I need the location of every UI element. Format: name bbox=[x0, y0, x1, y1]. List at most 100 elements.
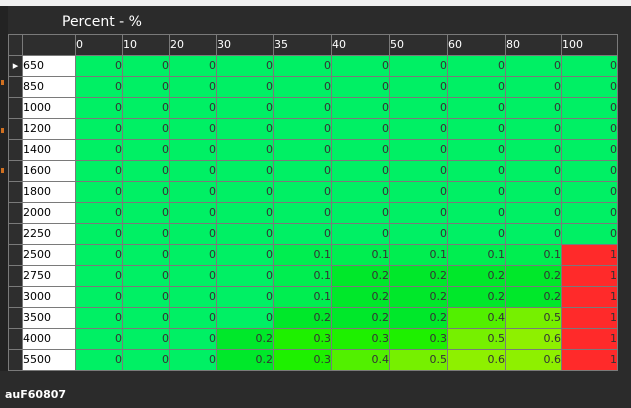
table-cell[interactable]: 0 bbox=[122, 223, 170, 245]
table-cell[interactable]: 0 bbox=[169, 244, 217, 266]
table-cell[interactable]: 0 bbox=[331, 223, 390, 245]
row-selector[interactable]: ▸ bbox=[8, 55, 23, 77]
table-cell[interactable]: 0 bbox=[505, 202, 562, 224]
table-cell[interactable]: 0 bbox=[273, 97, 332, 119]
table-cell[interactable]: 0 bbox=[389, 55, 448, 77]
table-cell[interactable]: 0.1 bbox=[273, 286, 332, 308]
table-cell[interactable]: 0 bbox=[122, 160, 170, 182]
table-cell[interactable]: 0.1 bbox=[389, 244, 448, 266]
table-cell[interactable]: 0 bbox=[122, 202, 170, 224]
table-cell[interactable]: 0 bbox=[331, 97, 390, 119]
table-cell[interactable]: 0 bbox=[75, 139, 123, 161]
table-cell[interactable]: 0 bbox=[561, 76, 618, 98]
table-cell[interactable]: 0 bbox=[505, 160, 562, 182]
table-cell[interactable]: 0 bbox=[122, 181, 170, 203]
table-cell[interactable]: 0 bbox=[389, 139, 448, 161]
table-cell[interactable]: 0.4 bbox=[331, 349, 390, 371]
table-row[interactable]: 2000 0 0 0 0 0 0 0 0 0 0 bbox=[8, 202, 618, 224]
table-cell[interactable]: 0 bbox=[122, 244, 170, 266]
table-cell[interactable]: 0 bbox=[273, 160, 332, 182]
table-cell[interactable]: 0.1 bbox=[331, 244, 390, 266]
table-cell[interactable]: 0 bbox=[169, 97, 217, 119]
table-cell[interactable]: 0 bbox=[505, 118, 562, 140]
table-cell[interactable]: 0 bbox=[561, 160, 618, 182]
row-selector[interactable] bbox=[8, 160, 23, 182]
table-cell[interactable]: 0.2 bbox=[389, 286, 448, 308]
table-row[interactable]: 1400 0 0 0 0 0 0 0 0 0 0 bbox=[8, 139, 618, 161]
table-row[interactable]: 2250 0 0 0 0 0 0 0 0 0 0 bbox=[8, 223, 618, 245]
table-cell[interactable]: 0 bbox=[216, 97, 274, 119]
table-cell[interactable]: 0 bbox=[447, 223, 506, 245]
table-cell[interactable]: 0.5 bbox=[389, 349, 448, 371]
table-cell[interactable]: 1 bbox=[561, 307, 618, 329]
table-cell[interactable]: 0.5 bbox=[447, 328, 506, 350]
table-cell[interactable]: 0 bbox=[216, 286, 274, 308]
table-cell[interactable]: 1 bbox=[561, 244, 618, 266]
table-cell[interactable]: 0 bbox=[505, 97, 562, 119]
table-cell[interactable]: 0 bbox=[216, 202, 274, 224]
table-cell[interactable]: 0.6 bbox=[505, 328, 562, 350]
table-cell[interactable]: 0 bbox=[389, 76, 448, 98]
table-row[interactable]: 1600 0 0 0 0 0 0 0 0 0 0 bbox=[8, 160, 618, 182]
table-cell[interactable]: 0.3 bbox=[331, 328, 390, 350]
table-cell[interactable]: 0 bbox=[273, 202, 332, 224]
table-cell[interactable]: 0 bbox=[216, 181, 274, 203]
table-cell[interactable]: 0 bbox=[331, 202, 390, 224]
table-cell[interactable]: 0 bbox=[169, 349, 217, 371]
table-cell[interactable]: 0 bbox=[169, 181, 217, 203]
table-cell[interactable]: 0 bbox=[331, 76, 390, 98]
table-cell[interactable]: 0 bbox=[389, 223, 448, 245]
table-cell[interactable]: 0 bbox=[331, 118, 390, 140]
table-cell[interactable]: 0 bbox=[389, 118, 448, 140]
table-cell[interactable]: 0 bbox=[331, 160, 390, 182]
table-cell[interactable]: 0 bbox=[122, 76, 170, 98]
table-cell[interactable]: 0 bbox=[216, 55, 274, 77]
table-cell[interactable]: 0.2 bbox=[389, 307, 448, 329]
table-cell[interactable]: 0 bbox=[75, 286, 123, 308]
table-cell[interactable]: 0 bbox=[273, 139, 332, 161]
table-cell[interactable]: 0.1 bbox=[505, 244, 562, 266]
row-selector[interactable] bbox=[8, 181, 23, 203]
table-cell[interactable]: 0 bbox=[561, 55, 618, 77]
table-cell[interactable]: 0 bbox=[169, 160, 217, 182]
table-cell[interactable]: 0 bbox=[273, 55, 332, 77]
row-selector[interactable] bbox=[8, 76, 23, 98]
table-cell[interactable]: 0 bbox=[561, 139, 618, 161]
table-cell[interactable]: 0 bbox=[447, 160, 506, 182]
table-row[interactable]: 5500 0 0 0 0.2 0.3 0.4 0.5 0.6 0.6 1 bbox=[8, 349, 618, 371]
table-cell[interactable]: 0 bbox=[75, 55, 123, 77]
table-cell[interactable]: 0 bbox=[273, 181, 332, 203]
table-cell[interactable]: 0 bbox=[75, 244, 123, 266]
table-cell[interactable]: 1 bbox=[561, 349, 618, 371]
table-cell[interactable]: 0 bbox=[331, 55, 390, 77]
table-cell[interactable]: 0 bbox=[389, 97, 448, 119]
table-cell[interactable]: 0 bbox=[389, 202, 448, 224]
table-cell[interactable]: 0 bbox=[169, 223, 217, 245]
table-cell[interactable]: 0.3 bbox=[389, 328, 448, 350]
table-cell[interactable]: 0 bbox=[447, 181, 506, 203]
row-selector[interactable] bbox=[8, 328, 23, 350]
table-cell[interactable]: 1 bbox=[561, 328, 618, 350]
table-cell[interactable]: 0 bbox=[216, 265, 274, 287]
table-cell[interactable]: 0 bbox=[505, 223, 562, 245]
table-cell[interactable]: 0 bbox=[505, 55, 562, 77]
table-cell[interactable]: 0.2 bbox=[331, 286, 390, 308]
table-cell[interactable]: 0 bbox=[75, 181, 123, 203]
table-cell[interactable]: 0 bbox=[216, 223, 274, 245]
table-cell[interactable]: 0 bbox=[75, 118, 123, 140]
table-cell[interactable]: 0 bbox=[216, 307, 274, 329]
table-cell[interactable]: 0 bbox=[216, 118, 274, 140]
table-cell[interactable]: 0 bbox=[122, 118, 170, 140]
table-cell[interactable]: 0 bbox=[505, 181, 562, 203]
table-cell[interactable]: 0 bbox=[505, 76, 562, 98]
row-selector[interactable] bbox=[8, 202, 23, 224]
table-cell[interactable]: 0 bbox=[447, 55, 506, 77]
table-cell[interactable]: 1 bbox=[561, 286, 618, 308]
table-cell[interactable]: 0 bbox=[169, 265, 217, 287]
table-cell[interactable]: 0 bbox=[561, 118, 618, 140]
table-cell[interactable]: 0.2 bbox=[216, 349, 274, 371]
table-cell[interactable]: 0 bbox=[216, 76, 274, 98]
table-cell[interactable]: 0 bbox=[75, 307, 123, 329]
table-cell[interactable]: 0 bbox=[169, 328, 217, 350]
table-cell[interactable]: 0 bbox=[447, 76, 506, 98]
